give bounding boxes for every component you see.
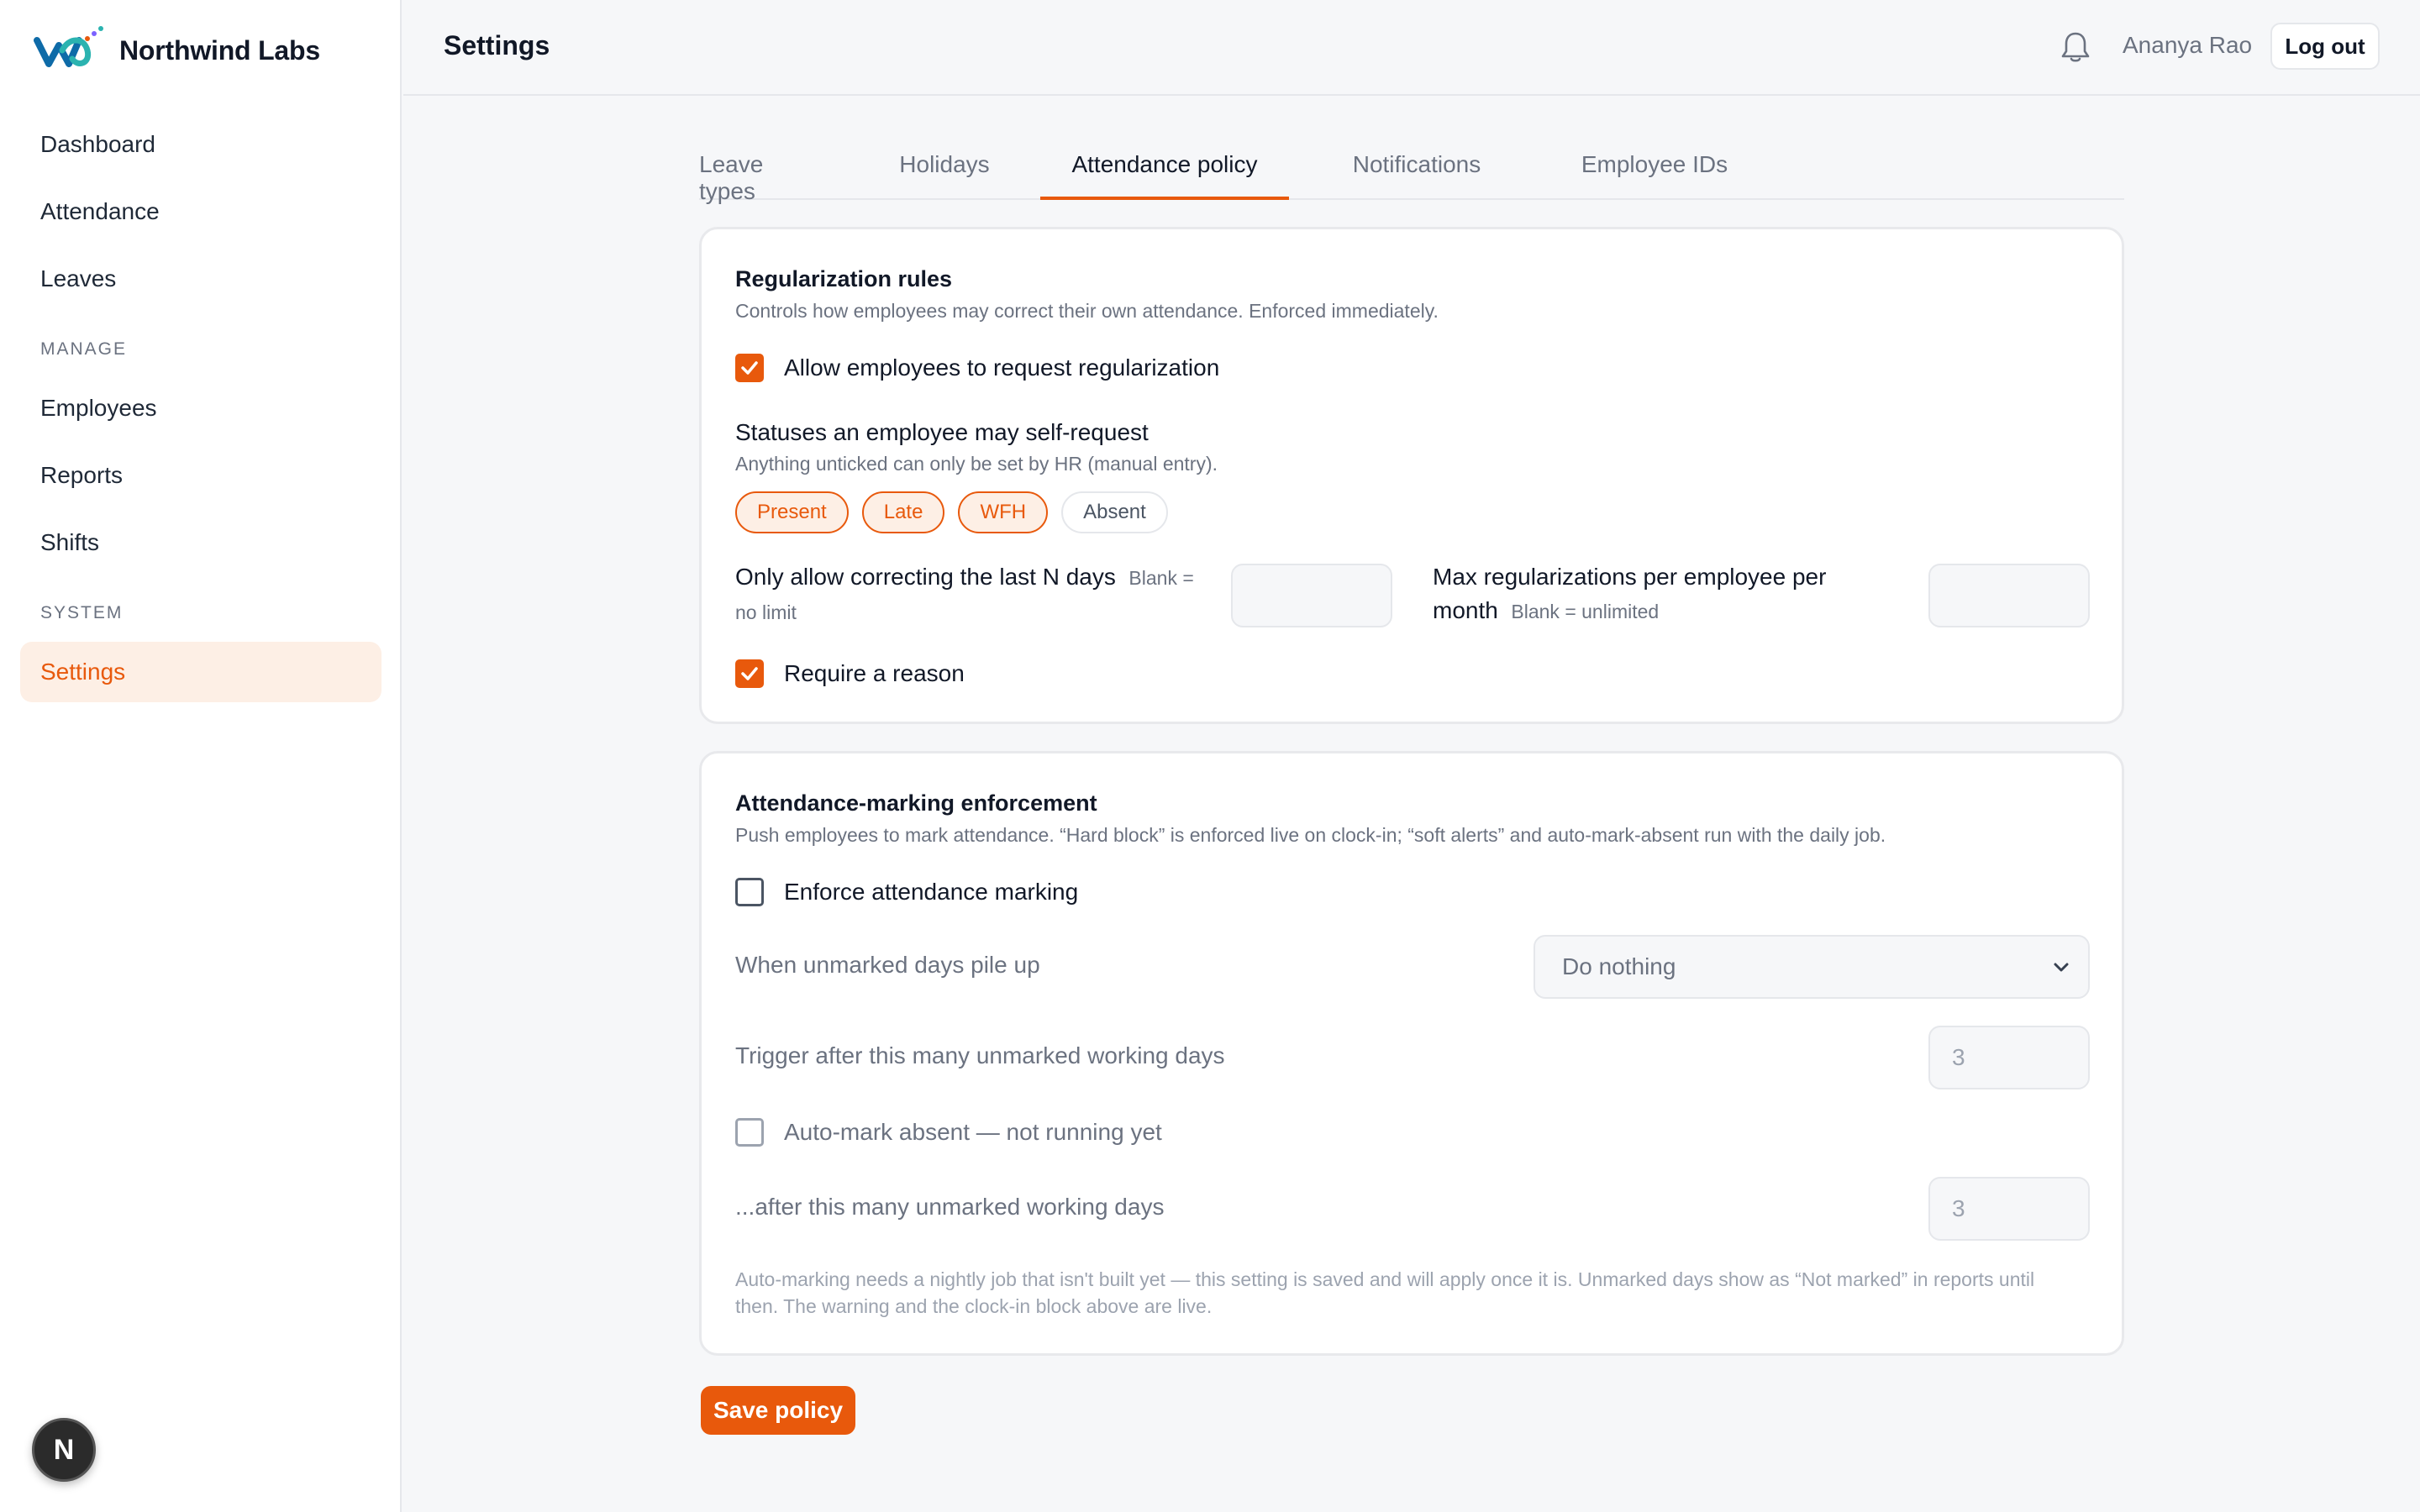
status-pill-present[interactable]: Present: [735, 491, 849, 533]
topbar: Settings Ananya Rao Log out: [403, 0, 2420, 96]
enforcement-card: Attendance-marking enforcement Push empl…: [699, 751, 2124, 1356]
check-icon: [741, 667, 758, 680]
sidebar: Northwind Labs Dashboard Attendance Leav…: [0, 0, 402, 1512]
enforce-marking-row[interactable]: Enforce attendance marking: [735, 878, 1078, 906]
save-policy-button[interactable]: Save policy: [701, 1386, 855, 1435]
sidebar-section-manage: MANAGE: [40, 339, 128, 359]
regularization-card: Regularization rules Controls how employ…: [699, 227, 2124, 724]
last-n-days-label: Only allow correcting the last N days: [735, 564, 1116, 590]
dev-tools-button[interactable]: N: [32, 1418, 96, 1482]
user-name: Ananya Rao: [2123, 32, 2253, 58]
sidebar-item-shifts[interactable]: Shifts: [20, 512, 381, 573]
statuses-title: Statuses an employee may self-request: [735, 419, 1149, 445]
trigger-input[interactable]: 3: [1928, 1026, 2090, 1089]
require-reason-checkbox[interactable]: [735, 659, 764, 688]
after-days-label: ...after this many unmarked working days: [735, 1194, 1165, 1220]
enforce-marking-label: Enforce attendance marking: [784, 879, 1079, 905]
regularization-title: Regularization rules: [735, 266, 953, 291]
brand-name: Northwind Labs: [119, 34, 320, 66]
allow-regularization-row[interactable]: Allow employees to request regularizatio…: [735, 354, 1219, 382]
allow-regularization-checkbox[interactable]: [735, 354, 764, 382]
require-reason-row[interactable]: Require a reason: [735, 659, 965, 688]
status-pill-absent[interactable]: Absent: [1061, 491, 1168, 533]
statuses-subtitle: Anything unticked can only be set by HR …: [735, 453, 1218, 475]
regularization-subtitle: Controls how employees may correct their…: [735, 300, 1439, 322]
settings-tabs: Leave types Holidays Attendance policy N…: [699, 148, 2124, 204]
auto-mark-checkbox[interactable]: [735, 1118, 764, 1147]
sidebar-section-system: SYSTEM: [40, 603, 124, 622]
chevron-down-icon: [2054, 963, 2069, 972]
status-pill-wfh[interactable]: WFH: [958, 491, 1049, 533]
sidebar-item-dashboard[interactable]: Dashboard: [20, 114, 381, 175]
page-title: Settings: [444, 30, 550, 60]
sidebar-item-leaves[interactable]: Leaves: [20, 249, 381, 309]
enforcement-title: Attendance-marking enforcement: [735, 790, 1097, 816]
pile-up-label: When unmarked days pile up: [735, 952, 1040, 978]
pile-up-select[interactable]: Do nothing: [1534, 935, 2090, 999]
tab-notifications[interactable]: Notifications: [1318, 148, 1516, 200]
max-per-month-input[interactable]: [1928, 564, 2090, 627]
status-pills: Present Late WFH Absent: [735, 491, 1181, 533]
max-per-month-field-label: Max regularizations per employee per mon…: [1433, 560, 1886, 628]
logout-button[interactable]: Log out: [2270, 23, 2380, 70]
bell-icon[interactable]: [2060, 30, 2091, 64]
sidebar-item-reports[interactable]: Reports: [20, 445, 381, 506]
tab-leave-types[interactable]: Leave types: [699, 148, 822, 204]
trigger-label: Trigger after this many unmarked working…: [735, 1042, 1225, 1068]
allow-regularization-label: Allow employees to request regularizatio…: [784, 354, 1220, 381]
enforcement-subtitle: Push employees to mark attendance. “Hard…: [735, 824, 1886, 846]
auto-mark-row[interactable]: Auto-mark absent — not running yet: [735, 1118, 1162, 1147]
max-per-month-hint: Blank = unlimited: [1511, 601, 1660, 622]
sidebar-item-employees[interactable]: Employees: [20, 378, 381, 438]
last-n-days-field-label: Only allow correcting the last N days Bl…: [735, 560, 1206, 629]
brand-logo-icon: [34, 26, 103, 67]
tab-attendance-policy[interactable]: Attendance policy: [1040, 148, 1289, 200]
status-pill-late[interactable]: Late: [861, 491, 945, 533]
sidebar-item-attendance[interactable]: Attendance: [20, 181, 381, 242]
last-n-days-input[interactable]: [1231, 564, 1392, 627]
auto-mark-label: Auto-mark absent — not running yet: [784, 1119, 1162, 1145]
auto-mark-footnote: Auto-marking needs a nightly job that is…: [735, 1268, 2035, 1317]
enforce-marking-checkbox[interactable]: [735, 878, 764, 906]
brand[interactable]: Northwind Labs: [34, 25, 320, 76]
tab-employee-ids[interactable]: Employee IDs: [1548, 148, 1761, 200]
check-icon: [741, 361, 758, 375]
tab-holidays[interactable]: Holidays: [894, 148, 995, 200]
pile-up-select-value: Do nothing: [1562, 953, 1676, 979]
sidebar-item-settings[interactable]: Settings: [20, 642, 381, 702]
after-days-input[interactable]: 3: [1928, 1177, 2090, 1241]
require-reason-label: Require a reason: [784, 660, 965, 686]
